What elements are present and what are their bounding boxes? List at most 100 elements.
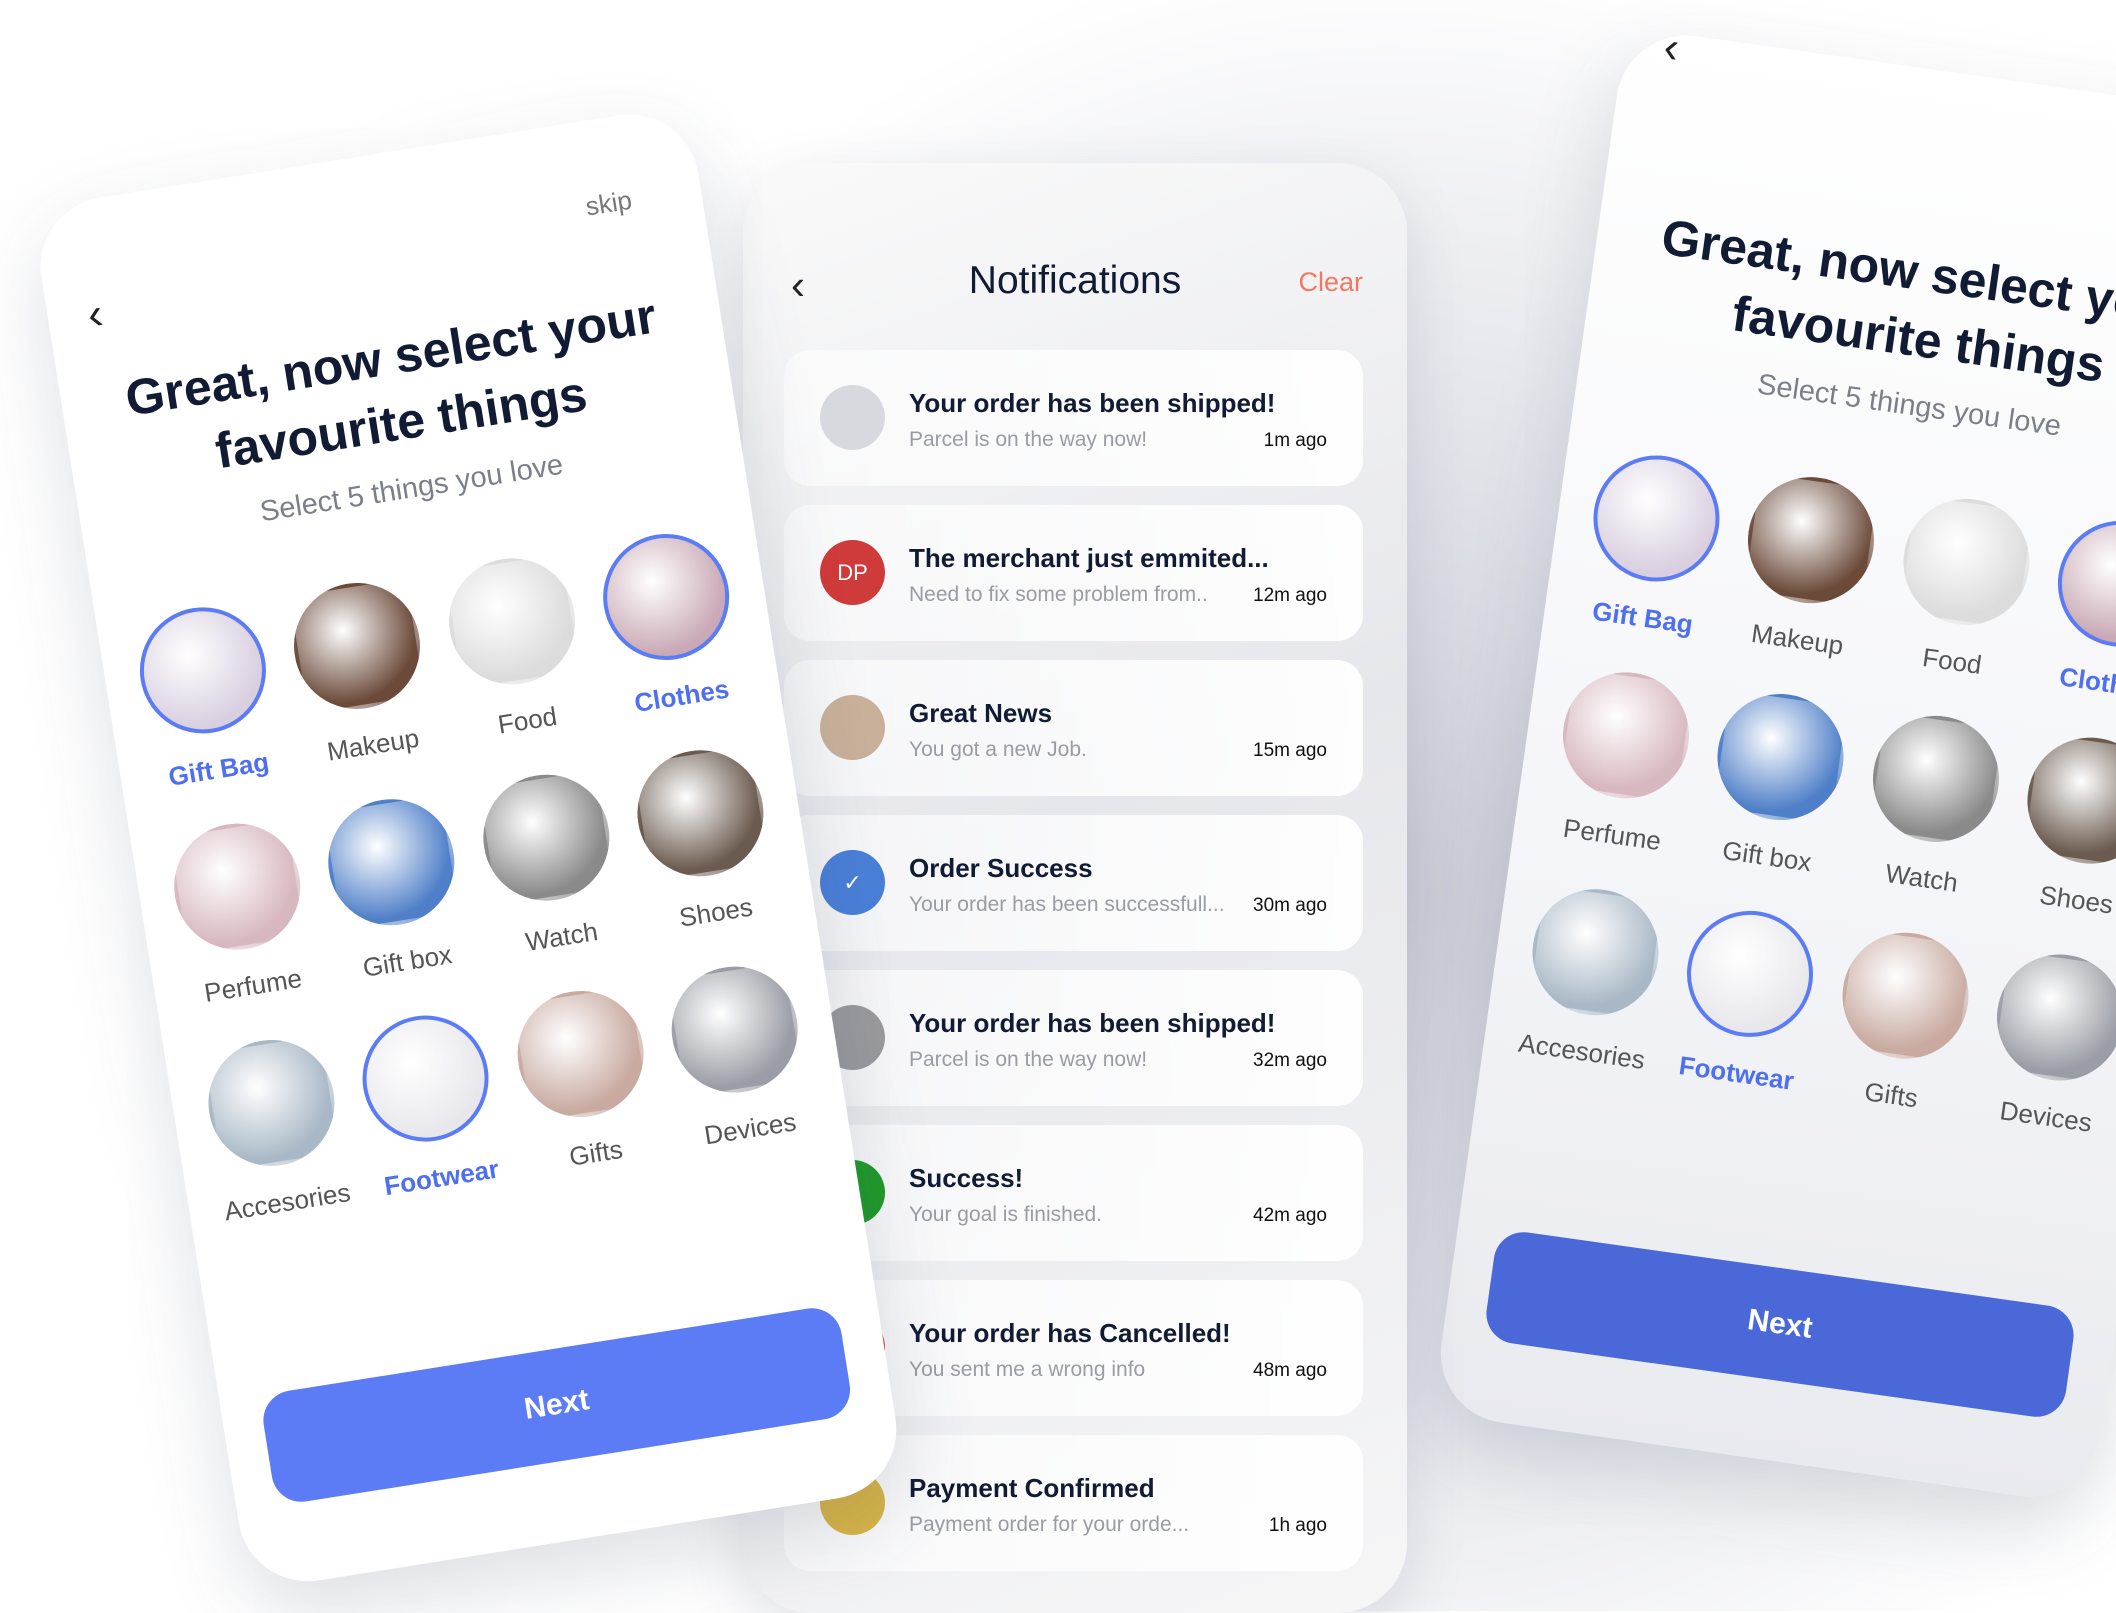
page-title: Great, now select your favourite things (57, 273, 734, 507)
notification-title: Order Success (909, 853, 1093, 883)
category-gift-bag[interactable]: Gift Bag (1563, 445, 1743, 644)
category-accesories[interactable]: Accesories (185, 1028, 367, 1229)
category-label: Gifts (1862, 1076, 1920, 1114)
notification-subtitle: Your order has been successfull... (909, 893, 1225, 916)
category-clothes[interactable]: Clothes (579, 523, 761, 724)
category-image (1894, 490, 2038, 634)
category-gifts[interactable]: Gifts (493, 980, 675, 1181)
notification-time: 1m ago (1263, 430, 1327, 451)
category-label: Footwear (1677, 1050, 1796, 1096)
category-label: Gift box (360, 939, 454, 983)
category-image (1740, 469, 1883, 612)
category-label: Watch (523, 916, 600, 958)
category-image (1554, 664, 1698, 807)
chevron-left-icon[interactable]: ‹ (84, 289, 106, 341)
category-gift-box[interactable]: Gift box (305, 788, 487, 989)
clear-button[interactable]: Clear (1298, 267, 1363, 298)
category-label: Perfume (202, 962, 304, 1008)
category-image (1679, 902, 1822, 1046)
category-label: Shoes (2037, 879, 2115, 920)
category-watch[interactable]: Watch (1842, 706, 2022, 905)
notification-title: Your order has Cancelled! (909, 1318, 1231, 1348)
category-gift-bag[interactable]: Gift Bag (116, 596, 298, 797)
notification-subtitle: Need to fix some problem from.. (909, 583, 1208, 606)
category-image (319, 790, 464, 935)
notification-subtitle: Your goal is finished. (909, 1203, 1103, 1226)
notification-title: Payment Confirmed (909, 1473, 1155, 1503)
category-image (2019, 729, 2116, 872)
notification-title: Your order has been shipped! (909, 1008, 1276, 1038)
category-image (353, 1006, 498, 1151)
category-label: Gifts (567, 1133, 625, 1172)
notification-title: Success! (909, 1163, 1024, 1193)
next-button[interactable]: Next (259, 1303, 855, 1507)
category-label: Food (1920, 642, 1984, 680)
category-perfume[interactable]: Perfume (1533, 662, 1713, 861)
category-image (1988, 946, 2116, 1089)
category-label: Gift box (1720, 835, 1814, 878)
category-image (439, 549, 584, 694)
notification-time: 15m ago (1253, 740, 1327, 761)
notification-card[interactable]: ✓ Order Success Your order has been succes… (784, 815, 1363, 951)
category-shoes[interactable]: Shoes (613, 739, 795, 940)
notification-title: The merchant just emmited... (909, 543, 1269, 573)
category-makeup[interactable]: Makeup (270, 571, 452, 772)
category-image (285, 573, 430, 718)
category-food[interactable]: Food (425, 547, 607, 748)
notification-title: Your order has been shipped! (909, 388, 1276, 418)
category-label: Gift Bag (1590, 595, 1695, 640)
notification-card[interactable]: ✓Success!Your goal is finished.42m ago (784, 1125, 1363, 1261)
category-label: Perfume (1561, 812, 1663, 857)
notification-time: 42m ago (1253, 1205, 1327, 1226)
category-label: Makeup (1749, 617, 1846, 661)
next-button[interactable]: Next (1482, 1228, 2078, 1421)
notification-card[interactable]: Your order has been shipped! Parcel is on… (784, 350, 1363, 486)
avatar-image (820, 695, 885, 760)
category-makeup[interactable]: Makeup (1718, 467, 1898, 666)
category-image (593, 524, 739, 670)
notification-card[interactable]: DP The merchant just emmited... Need to fi… (784, 505, 1363, 641)
category-image (1524, 881, 1667, 1024)
category-image (1709, 685, 1853, 829)
category-image (130, 598, 276, 743)
category-image (2049, 512, 2116, 655)
notification-card[interactable]: Great News You got a new Job. 15m ago (784, 660, 1363, 796)
notification-subtitle: Payment order for your orde... (909, 1513, 1190, 1536)
category-footwear[interactable]: Footwear (339, 1004, 521, 1205)
category-label: Makeup (325, 722, 422, 767)
category-image (662, 957, 807, 1102)
notification-time: 12m ago (1253, 585, 1327, 606)
skip-link[interactable]: skip (584, 185, 635, 223)
category-perfume[interactable]: Perfume (150, 812, 332, 1013)
notification-time: 1h ago (1268, 1515, 1327, 1536)
avatar: DP (820, 540, 885, 605)
category-footwear[interactable]: Footwear (1657, 901, 1837, 1100)
category-label: Accesories (1516, 1027, 1647, 1075)
check-icon: ✓ (820, 850, 885, 915)
category-grid: Gift Bag Makeup Food Clothes Perfume Gift box… (1502, 445, 2116, 1143)
category-label: Footwear (382, 1153, 501, 1202)
category-image (1585, 447, 1728, 590)
notification-time: 30m ago (1253, 895, 1327, 916)
notification-subtitle: Parcel is on the way now! (909, 1048, 1148, 1071)
category-watch[interactable]: Watch (459, 763, 641, 964)
category-label: Devices (702, 1106, 799, 1151)
notification-title: Great News (909, 698, 1053, 728)
category-image (1833, 924, 1977, 1067)
category-devices[interactable]: Devices (648, 955, 830, 1156)
category-food[interactable]: Food (1873, 489, 2053, 688)
category-image (165, 814, 310, 959)
notification-subtitle: Parcel is on the way now! (909, 428, 1148, 451)
notification-subtitle: You got a new Job. (909, 738, 1087, 761)
notification-subtitle: You sent me a wrong info (909, 1358, 1146, 1381)
category-label: Accesories (222, 1176, 353, 1227)
category-label: Clothes (632, 673, 732, 719)
notification-time: 32m ago (1253, 1050, 1327, 1071)
category-gift-box[interactable]: Gift box (1687, 684, 1867, 883)
notification-time: 48m ago (1253, 1360, 1327, 1381)
category-image (1864, 707, 2007, 851)
category-accesories[interactable]: Accesories (1502, 879, 1682, 1078)
notification-card[interactable]: Your order has been shipped! Parcel is on… (784, 970, 1363, 1106)
category-devices[interactable]: Devices (1966, 944, 2116, 1143)
category-gifts[interactable]: Gifts (1812, 922, 1992, 1121)
